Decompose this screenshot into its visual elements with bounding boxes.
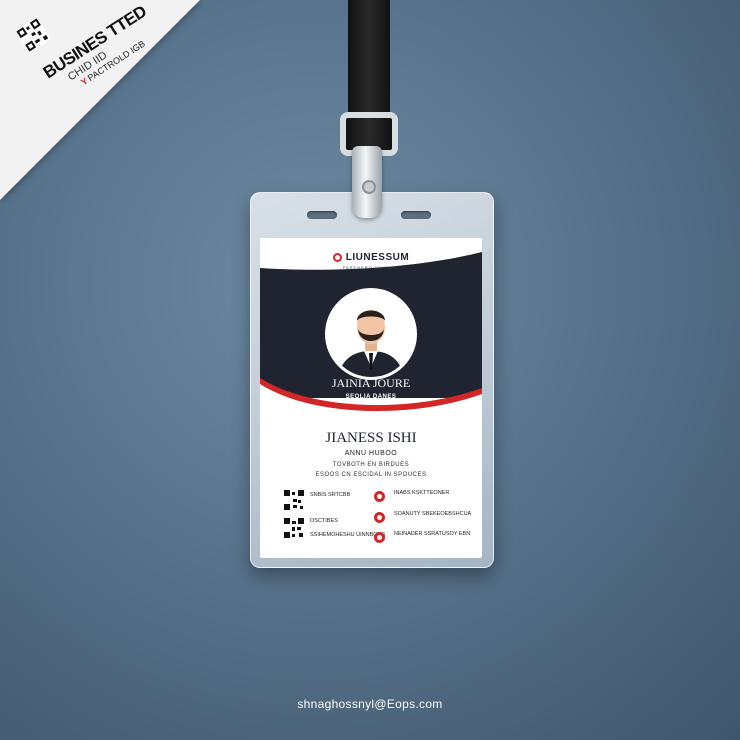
email-icon bbox=[374, 512, 385, 523]
left-item-1: SNBIS SRTCBB bbox=[310, 492, 351, 498]
person-icon bbox=[328, 291, 414, 377]
holder-name-header: JAINIA JOURE bbox=[331, 376, 411, 390]
lanyard-clip bbox=[352, 146, 382, 218]
right-item-3: NEINADER SSRATUSOY EBN bbox=[394, 531, 471, 537]
holder-id-line: ANNU HUBOO bbox=[344, 450, 398, 457]
lanyard-strap bbox=[348, 0, 390, 128]
left-item-2: OSCTIBES bbox=[310, 518, 338, 524]
holder-detail-line: TOVBOTH EN BIRDUES bbox=[332, 462, 410, 468]
company-name: LIUNESSUM bbox=[345, 252, 410, 263]
clip-rivet bbox=[362, 180, 376, 194]
phone-icon bbox=[374, 491, 385, 502]
company-logo-icon bbox=[332, 253, 342, 262]
holder-name: JIANESS ISHI bbox=[325, 430, 417, 446]
company-brand: LIUNESSUM bbox=[260, 252, 482, 263]
id-card: LIUNESSUM FARENERO ANIPOTE JAINIA JOURE … bbox=[260, 238, 482, 558]
qr-code-icon bbox=[284, 490, 304, 510]
footer-email: shnaghossnyl@Eops.com bbox=[297, 697, 443, 711]
avatar bbox=[325, 288, 417, 380]
company-tagline: FARENERO ANIPOTE bbox=[342, 265, 400, 270]
right-item-1: INABS KSKTTEONER bbox=[394, 490, 450, 496]
right-item-2: SOANUTY SBEKEOEBSHCUA bbox=[394, 511, 472, 517]
qr-code-icon bbox=[284, 518, 304, 538]
holder-slot-right bbox=[401, 211, 431, 219]
holder-title-header: SEOLIA DANES bbox=[345, 394, 397, 400]
holder-detail-line-2: ESOOS CN ESCIDAL IN SPOUCES bbox=[315, 472, 427, 478]
holder-slot-left bbox=[307, 211, 337, 219]
location-icon bbox=[374, 532, 385, 543]
